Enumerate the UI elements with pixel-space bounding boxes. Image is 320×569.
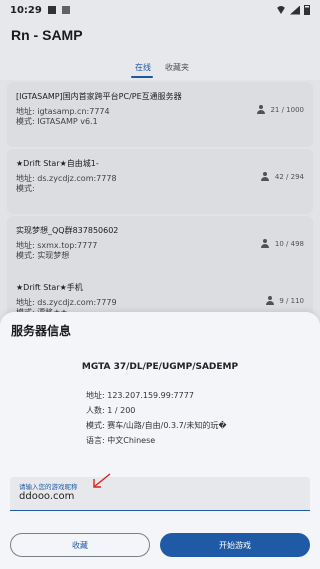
info-address: 地址: 123.207.159.99:7777 [86,391,194,400]
info-players: 人数: 1 / 200 [86,406,136,415]
server-info: 地址: 123.207.159.99:7777 人数: 1 / 200 模式: … [86,388,227,448]
nickname-label: 请输入您的游戏昵称 [19,483,78,491]
sheet-title: 服务器信息 [11,324,72,338]
server-info-sheet: 服务器信息 MGTA 37/DL/PE/UGMP/SADEMP 地址: 123.… [0,312,320,569]
nickname-input[interactable] [19,491,299,502]
nickname-field[interactable]: 请输入您的游戏昵称 [10,477,310,511]
annotation-arrow-icon [93,473,111,488]
start-game-button[interactable]: 开始游戏 [160,533,310,557]
info-mode: 模式: 赛车/山路/自由/0.3.7/未知的玩� [86,421,227,430]
server-title: MGTA 37/DL/PE/UGMP/SADEMP [81,362,239,372]
info-language: 语言: 中文Chinese [86,436,156,445]
favorite-button[interactable]: 收藏 [10,533,150,557]
